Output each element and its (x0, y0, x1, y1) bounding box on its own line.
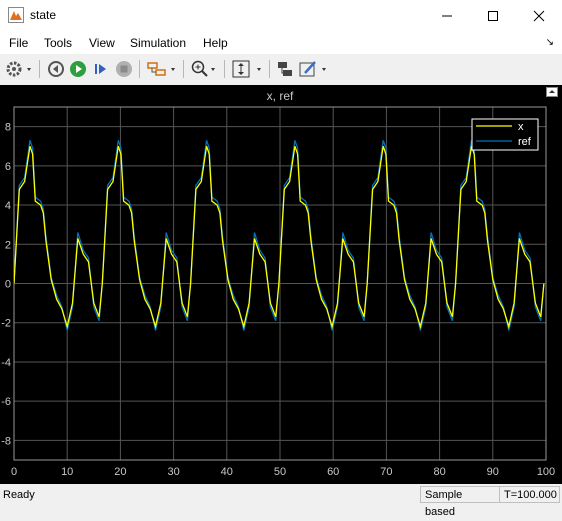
toolbar-separator (269, 60, 270, 78)
highlight-block-button[interactable] (275, 59, 295, 79)
x-tick-label: 0 (11, 466, 17, 478)
y-tick-labels: 8 6 4 2 0 -2 -4 -6 -8 (1, 122, 11, 448)
step-forward-icon (95, 64, 106, 74)
undock-icon[interactable] (546, 87, 558, 97)
style-button[interactable] (298, 59, 330, 79)
status-mode: Sample based (420, 486, 500, 518)
x-tick-label: 100 (537, 466, 555, 478)
y-tick-label: 6 (5, 161, 11, 173)
status-time: T=100.000 (499, 486, 560, 503)
close-icon (533, 10, 545, 22)
run-button[interactable] (68, 59, 88, 79)
menu-tools[interactable]: Tools (44, 36, 72, 50)
toolbar-separator (39, 60, 40, 78)
legend-x-label: x (518, 121, 524, 133)
x-tick-label: 80 (433, 466, 445, 478)
zoom-icon (191, 60, 215, 77)
x-tick-label: 10 (61, 466, 73, 478)
minimize-button[interactable] (424, 0, 470, 32)
y-tick-label: 8 (5, 122, 11, 134)
menu-overflow-icon[interactable]: ↘ (546, 37, 554, 48)
y-tick-label: 2 (5, 239, 11, 251)
x-tick-label: 30 (167, 466, 179, 478)
step-back-button[interactable] (46, 59, 66, 79)
series-x-line (14, 145, 545, 330)
status-ready: Ready (3, 489, 35, 501)
x-tick-label: 70 (380, 466, 392, 478)
status-bar: Ready Sample based T=100.000 (0, 484, 562, 518)
y-tick-label: -6 (1, 396, 11, 408)
signal-select-button[interactable] (146, 59, 180, 79)
y-tick-label: -8 (1, 435, 11, 447)
y-tick-label: -2 (1, 318, 11, 330)
stop-icon (116, 61, 132, 77)
x-tick-label: 60 (327, 466, 339, 478)
close-button[interactable] (516, 0, 562, 32)
maximize-button[interactable] (470, 0, 516, 32)
autoscale-button[interactable] (231, 59, 267, 79)
legend-ref-label: ref (518, 136, 532, 148)
signal-select-icon (147, 62, 175, 76)
x-tick-label: 90 (487, 466, 499, 478)
toolbar-separator (224, 60, 225, 78)
plot-grid (13, 107, 547, 460)
x-tick-label: 40 (221, 466, 233, 478)
settings-button[interactable] (5, 59, 33, 79)
y-tick-label: -4 (1, 357, 11, 369)
toolbar (0, 54, 562, 86)
menu-view[interactable]: View (89, 36, 115, 50)
maximize-icon (488, 11, 498, 21)
toolbar-separator (139, 60, 140, 78)
legend: x ref (471, 118, 539, 151)
scope-plot[interactable]: x, ref 86420-2-4-6-8 0 10 20 30 40 50 60 70 80 90… (0, 85, 562, 484)
menu-simulation[interactable]: Simulation (130, 36, 186, 50)
y-tick-label: 0 (5, 279, 11, 291)
window-title: state (30, 8, 57, 22)
gear-icon (6, 61, 31, 77)
y-tick-label: 4 (5, 200, 11, 212)
title-bar: state (0, 0, 562, 32)
run-icon (70, 61, 86, 77)
x-tick-label: 50 (274, 466, 286, 478)
x-tick-labels: 0 10 20 30 40 50 60 70 80 90 100 (11, 466, 555, 478)
highlight-block-icon (278, 62, 292, 76)
scope-app-icon (8, 7, 24, 23)
plot-title: x, ref (267, 89, 294, 103)
autoscale-icon (232, 60, 261, 78)
style-icon (299, 61, 326, 77)
toolbar-separator (183, 60, 184, 78)
menu-file[interactable]: File (9, 36, 28, 50)
stop-button[interactable] (114, 59, 134, 79)
x-tick-label: 20 (114, 466, 126, 478)
menu-help[interactable]: Help (203, 36, 228, 50)
step-forward-button[interactable] (91, 59, 111, 79)
step-back-icon (48, 61, 64, 77)
zoom-button[interactable] (190, 59, 220, 79)
scope-display: x, ref 8 6 4 2 0 -2 -4 -6 -8 0 10 20 30 40 50 60 70 80 90… (0, 85, 562, 484)
minimize-icon (442, 15, 452, 17)
menu-bar: File Tools View Simulation Help ↘ (0, 32, 562, 54)
